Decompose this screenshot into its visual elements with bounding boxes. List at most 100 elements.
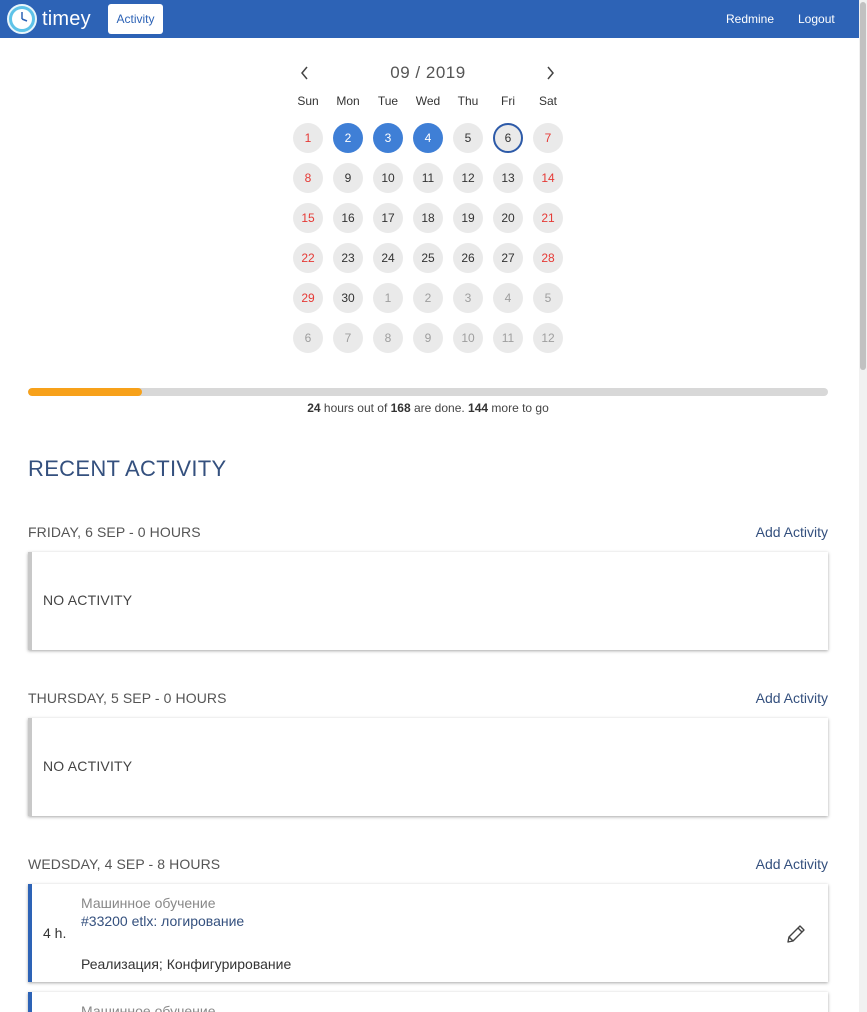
calendar-day[interactable]: 2 [413, 283, 443, 313]
day-header: FRIDAY, 6 SEP - 0 HOURS Add Activity [28, 524, 828, 542]
calendar-day[interactable]: 21 [533, 203, 563, 233]
calendar-cell: 1 [368, 278, 408, 318]
calendar-cell: 2 [328, 118, 368, 158]
calendar-cell: 24 [368, 238, 408, 278]
chevron-right-icon[interactable] [539, 62, 561, 84]
calendar-cell: 7 [528, 118, 568, 158]
calendar-cell: 9 [408, 318, 448, 358]
calendar-day[interactable]: 6 [293, 323, 323, 353]
calendar-day[interactable]: 5 [533, 283, 563, 313]
calendar-weekdays: Sun Mon Tue Wed Thu Fri Sat [288, 94, 568, 108]
calendar-day[interactable]: 3 [373, 123, 403, 153]
calendar-header: 09 / 2019 [292, 62, 564, 84]
calendar-day[interactable]: 27 [493, 243, 523, 273]
calendar-day[interactable]: 29 [293, 283, 323, 313]
calendar-day[interactable]: 1 [373, 283, 403, 313]
calendar-day[interactable]: 15 [293, 203, 323, 233]
day-header: WEDSDAY, 4 SEP - 8 HOURS Add Activity [28, 856, 828, 874]
calendar-cell: 10 [368, 158, 408, 198]
calendar-day[interactable]: 17 [373, 203, 403, 233]
calendar-day[interactable]: 14 [533, 163, 563, 193]
calendar-cell: 25 [408, 238, 448, 278]
entry-activity-type: Реализация; Конфигурирование [81, 956, 292, 972]
add-activity-link[interactable]: Add Activity [756, 690, 828, 706]
app-logo[interactable]: timey [7, 4, 91, 34]
calendar-day[interactable]: 26 [453, 243, 483, 273]
add-activity-link[interactable]: Add Activity [756, 856, 828, 872]
calendar-cell: 10 [448, 318, 488, 358]
calendar-cell: 6 [288, 318, 328, 358]
calendar-day[interactable]: 10 [453, 323, 483, 353]
calendar-cell: 13 [488, 158, 528, 198]
hours-progress-bar [28, 388, 828, 396]
no-activity-label: NO ACTIVITY [43, 592, 133, 608]
calendar-cell: 4 [408, 118, 448, 158]
calendar-cell: 9 [328, 158, 368, 198]
hours-progress-fill [28, 388, 143, 396]
pencil-icon[interactable] [784, 922, 808, 946]
progress-text-are-done: are done. [410, 401, 469, 415]
calendar-day[interactable]: 19 [453, 203, 483, 233]
calendar-day[interactable]: 9 [333, 163, 363, 193]
activity-entry-card[interactable]: 4 h. Машинное обучение #33200 etlx: логи… [28, 884, 828, 982]
top-navbar: timey Activity Redmine Logout [0, 0, 859, 38]
calendar-day[interactable]: 24 [373, 243, 403, 273]
calendar-grid: 1 2 3 4 5 6 7 8 9 10 11 12 13 14 15 16 17 18 19 20 21 22 23 24 2… [288, 118, 568, 358]
day-header: THURSDAY, 5 SEP - 0 HOURS Add Activity [28, 690, 828, 708]
calendar-day[interactable]: 7 [533, 123, 563, 153]
calendar-cell: 28 [528, 238, 568, 278]
calendar-day[interactable]: 4 [493, 283, 523, 313]
nav-logout-link[interactable]: Logout [798, 0, 835, 38]
nav-activity-button[interactable]: Activity [108, 4, 163, 34]
activity-card-empty: NO ACTIVITY [28, 718, 828, 816]
calendar-cell: 8 [288, 158, 328, 198]
calendar-day[interactable]: 3 [453, 283, 483, 313]
calendar-day[interactable]: 18 [413, 203, 443, 233]
calendar-day[interactable]: 23 [333, 243, 363, 273]
calendar-cell: 11 [408, 158, 448, 198]
calendar-cell: 30 [328, 278, 368, 318]
calendar-cell: 14 [528, 158, 568, 198]
calendar-day[interactable]: 30 [333, 283, 363, 313]
calendar-cell: 18 [408, 198, 448, 238]
weekday-label: Sat [538, 94, 557, 108]
activity-entry-card[interactable]: Машинное обучение [28, 992, 828, 1012]
weekday-label: Sun [297, 94, 319, 108]
nav-redmine-link[interactable]: Redmine [726, 0, 774, 38]
calendar-day[interactable]: 5 [453, 123, 483, 153]
calendar-day[interactable]: 12 [533, 323, 563, 353]
app-name: timey [42, 7, 91, 30]
calendar-day[interactable]: 8 [293, 163, 323, 193]
hours-total: 168 [390, 401, 411, 415]
calendar-day[interactable]: 25 [413, 243, 443, 273]
calendar-day[interactable]: 12 [453, 163, 483, 193]
calendar-cell: 3 [368, 118, 408, 158]
calendar-day[interactable]: 4 [413, 123, 443, 153]
calendar-day[interactable]: 20 [493, 203, 523, 233]
scrollbar-thumb[interactable] [860, 2, 866, 370]
chevron-left-icon[interactable] [294, 62, 316, 84]
entry-hours: 4 h. [43, 925, 67, 941]
calendar-cell: 29 [288, 278, 328, 318]
calendar-day[interactable]: 11 [493, 323, 523, 353]
calendar-day[interactable]: 13 [493, 163, 523, 193]
calendar-day[interactable]: 10 [373, 163, 403, 193]
calendar-day[interactable]: 1 [293, 123, 323, 153]
hours-remaining: 144 [468, 401, 489, 415]
calendar-day[interactable]: 6 [493, 123, 523, 153]
calendar-day[interactable]: 7 [333, 323, 363, 353]
calendar-day[interactable]: 8 [373, 323, 403, 353]
calendar-day[interactable]: 2 [333, 123, 363, 153]
entry-project: Машинное обучение [81, 895, 216, 911]
calendar-cell: 12 [528, 318, 568, 358]
calendar-day[interactable]: 28 [533, 243, 563, 273]
calendar-cell: 26 [448, 238, 488, 278]
add-activity-link[interactable]: Add Activity [756, 524, 828, 540]
calendar-cell: 19 [448, 198, 488, 238]
entry-issue-link[interactable]: #33200 etlx: логирование [81, 913, 244, 929]
calendar-day[interactable]: 16 [333, 203, 363, 233]
calendar-cell: 7 [328, 318, 368, 358]
calendar-day[interactable]: 11 [413, 163, 443, 193]
calendar-day[interactable]: 22 [293, 243, 323, 273]
calendar-day[interactable]: 9 [413, 323, 443, 353]
